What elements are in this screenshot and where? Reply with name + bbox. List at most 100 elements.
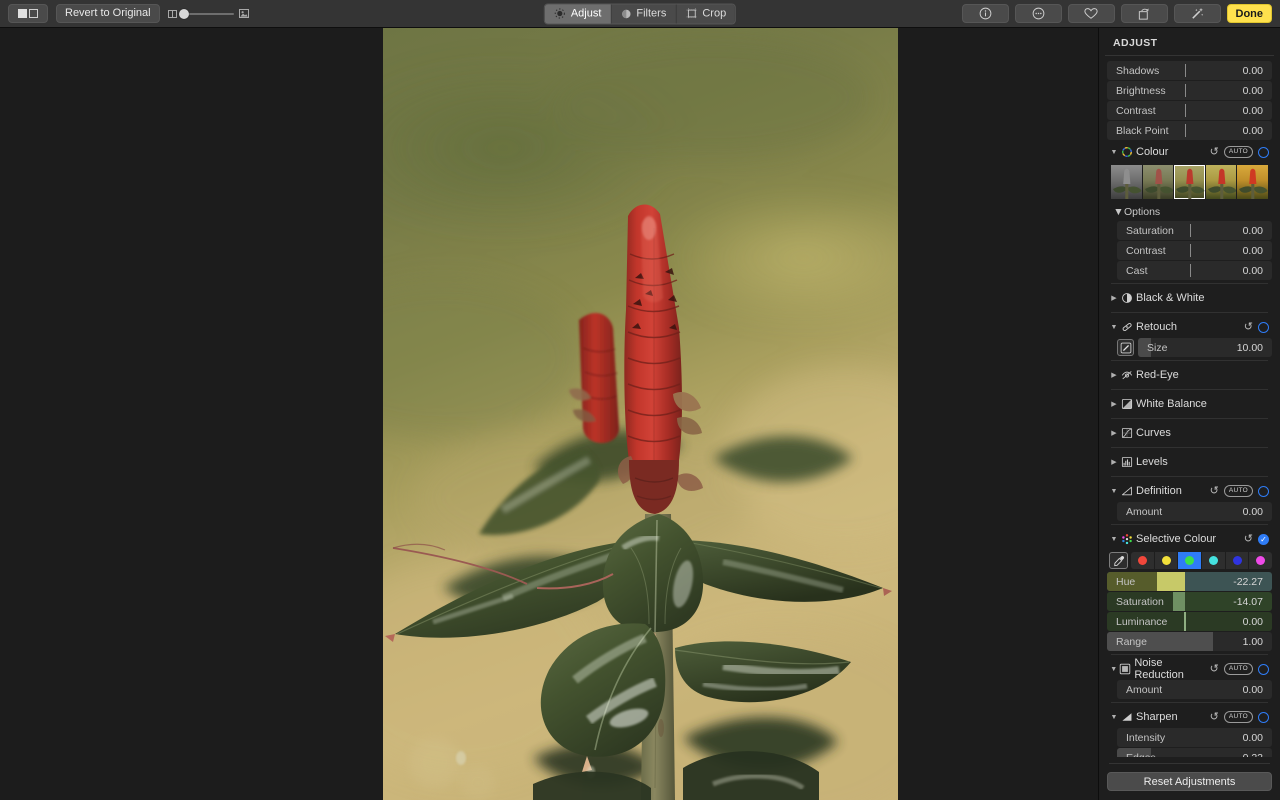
swatch-magenta[interactable]	[1249, 552, 1273, 569]
section-header-retouch[interactable]: ▼ Retouch ↺	[1107, 316, 1272, 338]
section-controls: ↺ AUTO	[1210, 710, 1272, 724]
swatch-green[interactable]	[1178, 552, 1203, 569]
section-header-red-eye[interactable]: ▶ Red-Eye	[1107, 364, 1272, 386]
slider-contrast[interactable]: Contrast 0.00	[1117, 241, 1272, 260]
section-header-noise-reduction[interactable]: ▼ Noise Reduction ↺ AUTO	[1107, 657, 1272, 681]
slider-brightness[interactable]: Brightness 0.00	[1107, 81, 1272, 100]
colour-preset-5[interactable]	[1237, 165, 1268, 199]
section-header-selective-colour[interactable]: ▼ Selective Colour ↺ ✓	[1107, 528, 1272, 550]
chevron-down-icon[interactable]: ▼	[1109, 714, 1119, 721]
slider-contrast[interactable]: Contrast 0.00	[1107, 101, 1272, 120]
section-enable-toggle[interactable]	[1258, 485, 1269, 497]
chevron-right-icon[interactable]: ▶	[1109, 294, 1119, 302]
reset-icon[interactable]: ↺	[1210, 146, 1219, 158]
thumbnail-size-track[interactable]	[178, 8, 234, 19]
auto-button[interactable]: AUTO	[1223, 484, 1253, 498]
slider-value: 0.00	[1242, 683, 1263, 696]
slider-amount[interactable]: Amount 0.00	[1117, 680, 1272, 699]
thumbnail-size-slider[interactable]	[167, 8, 249, 19]
chevron-down-icon[interactable]: ▼	[1109, 666, 1118, 673]
retouch-brush-row[interactable]: Size 10.00	[1117, 338, 1272, 357]
rotate-button[interactable]	[1120, 4, 1168, 23]
eyedropper-icon[interactable]	[1109, 552, 1128, 569]
colour-preset-1[interactable]	[1111, 165, 1142, 199]
reset-icon[interactable]: ↺	[1244, 321, 1253, 333]
slider-size[interactable]: Size 10.00	[1138, 338, 1272, 357]
section-header-curves[interactable]: ▶ Curves	[1107, 422, 1272, 444]
chevron-down-icon[interactable]: ▼	[1109, 536, 1119, 543]
split-view-toggle[interactable]	[8, 4, 48, 23]
slider-saturation[interactable]: Saturation -14.07	[1107, 592, 1272, 611]
photo-canvas[interactable]	[0, 28, 1098, 800]
section-title: Retouch	[1136, 321, 1177, 333]
section-header-white-balance[interactable]: ▶ White Balance	[1107, 393, 1272, 415]
tab-filters[interactable]: Filters	[611, 4, 677, 23]
swatch-cyan[interactable]	[1202, 552, 1226, 569]
section-header-sharpen[interactable]: ▼ Sharpen ↺ AUTO	[1107, 706, 1272, 728]
slider-amount[interactable]: Amount 0.00	[1117, 502, 1272, 521]
slider-hue[interactable]: Hue -22.27	[1107, 572, 1272, 591]
slider-label: Edges	[1117, 752, 1156, 758]
slider-luminance[interactable]: Luminance 0.00	[1107, 612, 1272, 631]
tab-crop[interactable]: Crop	[676, 4, 736, 23]
info-button[interactable]	[961, 4, 1009, 23]
chevron-right-icon[interactable]: ▶	[1109, 458, 1119, 466]
retouch-brush-icon[interactable]	[1117, 339, 1134, 356]
chevron-down-icon[interactable]: ▼	[1113, 206, 1124, 218]
reset-adjustments-button[interactable]: Reset Adjustments	[1107, 772, 1272, 791]
slider-range[interactable]: Range 1.00	[1107, 632, 1272, 651]
slider-intensity[interactable]: Intensity 0.00	[1117, 728, 1272, 747]
thumbnail-size-knob[interactable]	[178, 8, 189, 19]
section-title: Levels	[1136, 456, 1168, 468]
slider-knob[interactable]	[1173, 592, 1185, 611]
swatch-yellow[interactable]	[1154, 552, 1179, 569]
auto-button[interactable]: AUTO	[1223, 662, 1253, 676]
done-button[interactable]: Done	[1226, 4, 1272, 23]
slider-edges[interactable]: Edges 0.22	[1117, 748, 1272, 757]
reset-icon[interactable]: ↺	[1210, 663, 1219, 675]
favorite-button[interactable]	[1067, 4, 1115, 23]
slider-shadows[interactable]: Shadows 0.00	[1107, 61, 1272, 80]
more-options-button[interactable]	[1014, 4, 1062, 23]
section-enable-toggle[interactable]	[1258, 321, 1269, 333]
slider-black-point[interactable]: Black Point 0.00	[1107, 121, 1272, 140]
auto-enhance-button[interactable]	[1173, 4, 1221, 23]
section-enable-toggle[interactable]	[1258, 711, 1269, 723]
colour-preset-4[interactable]	[1205, 165, 1237, 199]
reset-icon[interactable]: ↺	[1210, 485, 1219, 497]
colour-preset-strip[interactable]	[1111, 165, 1268, 199]
section-enable-toggle[interactable]	[1258, 663, 1269, 675]
swatch-blue[interactable]	[1225, 552, 1250, 569]
auto-button[interactable]: AUTO	[1223, 145, 1253, 159]
colour-preset-2[interactable]	[1142, 165, 1174, 199]
panel-content[interactable]: Shadows 0.00 Brightness 0.00 Contrast 0.00 Bla…	[1099, 61, 1280, 757]
chevron-right-icon[interactable]: ▶	[1109, 429, 1119, 437]
selective-colour-swatch-row[interactable]	[1109, 552, 1273, 569]
colour-options-row[interactable]: ▼ Options	[1107, 203, 1272, 221]
section-header-definition[interactable]: ▼ Definition ↺ AUTO	[1107, 480, 1272, 502]
tab-adjust[interactable]: Adjust	[544, 4, 612, 23]
chevron-down-icon[interactable]: ▼	[1109, 488, 1119, 495]
chevron-right-icon[interactable]: ▶	[1109, 371, 1119, 379]
section-enable-toggle[interactable]	[1258, 146, 1269, 158]
slider-knob[interactable]	[1156, 572, 1185, 591]
slider-cast[interactable]: Cast 0.00	[1117, 261, 1272, 280]
colour-preset-3[interactable]	[1174, 165, 1205, 199]
red-ginger-flower-photo[interactable]	[383, 28, 898, 800]
slider-saturation[interactable]: Saturation 0.00	[1117, 221, 1272, 240]
reset-icon[interactable]: ↺	[1244, 533, 1253, 545]
swatch-red[interactable]	[1131, 552, 1155, 569]
selective-colour-dots-icon	[1119, 533, 1134, 545]
section-header-colour[interactable]: ▼ Colour ↺ AUTO	[1107, 141, 1272, 163]
slider-knob[interactable]	[1183, 612, 1186, 631]
auto-button[interactable]: AUTO	[1223, 710, 1253, 724]
reset-icon[interactable]: ↺	[1210, 711, 1219, 723]
chevron-right-icon[interactable]: ▶	[1109, 400, 1119, 408]
section-header-levels[interactable]: ▶ Levels	[1107, 451, 1272, 473]
section-header-black-and-white[interactable]: ▶ Black & White	[1107, 287, 1272, 309]
chevron-down-icon[interactable]: ▼	[1109, 324, 1119, 331]
swatch-dot	[1208, 556, 1218, 565]
chevron-down-icon[interactable]: ▼	[1109, 149, 1119, 156]
revert-to-original-button[interactable]: Revert to Original	[56, 4, 160, 23]
section-enable-toggle[interactable]: ✓	[1258, 533, 1269, 545]
